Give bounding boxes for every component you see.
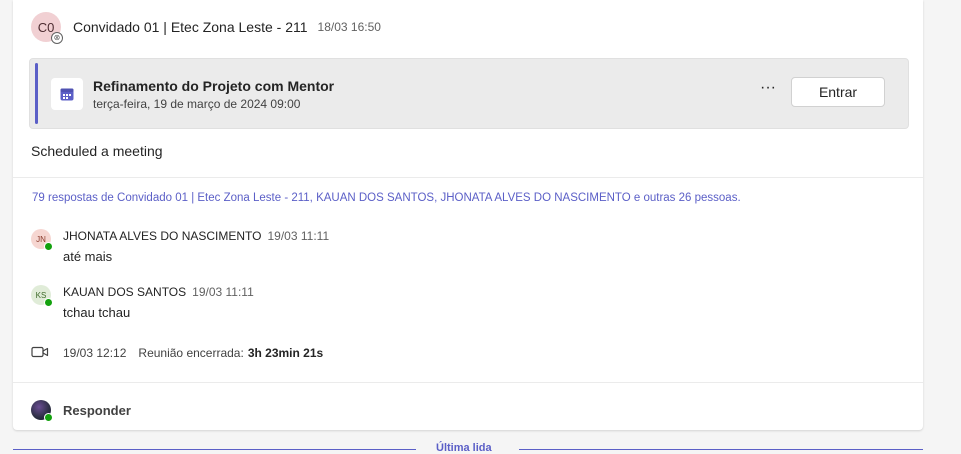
reply-avatar[interactable]: KS [31,285,53,307]
meeting-duration: 3h 23min 21s [247,346,324,360]
presence-available-icon [44,413,53,422]
reply-button[interactable]: Responder [31,399,131,422]
reply-author[interactable]: JHONATA ALVES DO NASCIMENTO [63,229,262,243]
reply-text: tchau tchau [63,305,131,320]
meeting-ended-time: 19/03 12:12 [63,346,127,360]
post-header: C0 ⊗ Convidado 01 | Etec Zona Leste - 21… [31,12,381,44]
meeting-card[interactable]: Refinamento do Projeto com Mentor terça-… [29,58,909,129]
reply-avatar-initials: JN [36,234,46,244]
meeting-ended-label: Reunião encerrada: [138,346,244,360]
guest-status-icon: ⊗ [51,32,63,44]
meeting-datetime: terça-feira, 19 de março de 2024 09:00 [93,97,301,111]
author-avatar-initials: C0 [37,19,55,35]
divider [13,382,923,383]
reply-timestamp: 19/03 11:11 [267,229,330,243]
reply-author-line: JHONATA ALVES DO NASCIMENTO 19/03 11:11 [63,229,329,243]
author-avatar[interactable]: C0 ⊗ [31,12,63,44]
reply-avatar[interactable]: JN [31,229,53,251]
reply-timestamp: 19/03 11:11 [192,285,254,299]
last-read-separator: Última lida [13,440,923,454]
presence-available-icon [44,242,53,251]
presence-available-icon [44,298,53,307]
conversation-card: C0 ⊗ Convidado 01 | Etec Zona Leste - 21… [13,0,923,430]
current-user-avatar [31,400,53,422]
reply-author-line: KAUAN DOS SANTOS 19/03 11:11 [63,285,254,299]
post-body: Scheduled a meeting [31,143,163,159]
meeting-ended-event: 19/03 12:12 Reunião encerrada: 3h 23min … [31,345,323,361]
post-author[interactable]: Convidado 01 | Etec Zona Leste - 211 [73,19,308,35]
post-timestamp: 18/03 16:50 [317,20,381,34]
reply-author[interactable]: KAUAN DOS SANTOS [63,285,186,299]
calendar-icon [51,78,83,110]
replies-summary-link[interactable]: 79 respostas de Convidado 01 | Etec Zona… [32,192,741,204]
video-camera-icon [31,345,49,362]
reply-text: até mais [63,249,113,264]
meeting-accent-bar [35,63,38,124]
reply-button-label: Responder [63,402,131,418]
last-read-label: Última lida [436,442,492,454]
meeting-title: Refinamento do Projeto com Mentor [93,78,335,94]
join-meeting-button[interactable]: Entrar [791,77,885,107]
divider [13,177,923,178]
more-options-icon[interactable]: ··· [758,80,778,101]
